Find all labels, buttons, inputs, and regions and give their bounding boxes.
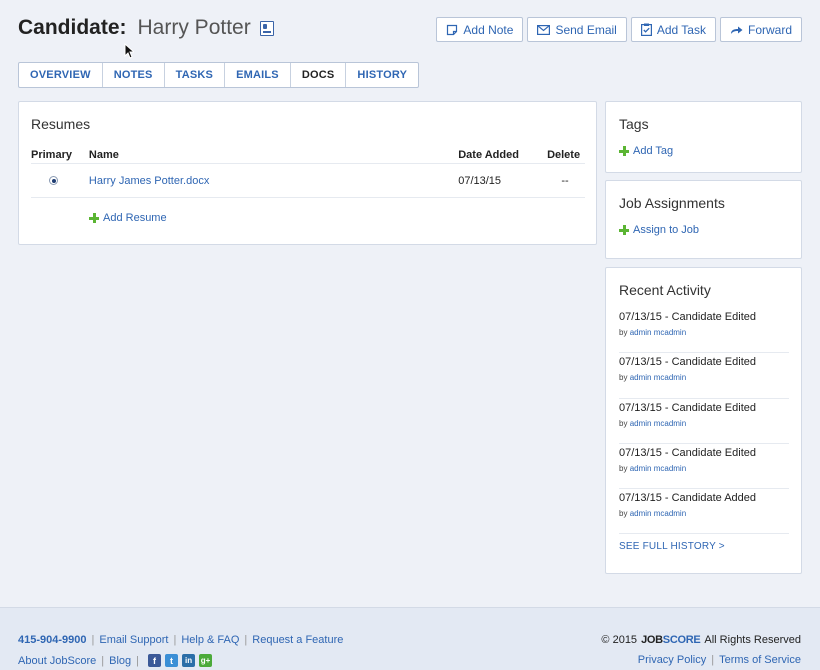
- resume-file-link[interactable]: Harry James Potter.docx: [89, 175, 209, 187]
- by-prefix: by: [619, 418, 628, 428]
- facebook-icon[interactable]: f: [148, 654, 162, 667]
- jobscore-logo: JOBSCORE: [641, 634, 701, 646]
- add-task-button[interactable]: Add Task: [630, 17, 716, 42]
- activity-text: 07/13/15 - Candidate Edited: [619, 311, 756, 323]
- primary-radio[interactable]: [49, 176, 58, 185]
- activity-user-link[interactable]: admin mcadmin: [630, 464, 686, 473]
- recent-activity-panel: Recent Activity 07/13/15 - Candidate Edi…: [605, 267, 802, 574]
- send-email-label: Send Email: [555, 22, 617, 37]
- forward-button[interactable]: Forward: [719, 17, 802, 42]
- column-header-name: Name: [88, 149, 119, 161]
- list-item: 07/13/15 - Candidate Edited by admin mca…: [619, 399, 789, 444]
- twitter-icon[interactable]: t: [165, 654, 179, 667]
- tab-notes[interactable]: NOTES: [103, 63, 165, 87]
- activity-text: 07/13/15 - Candidate Edited: [619, 446, 756, 459]
- page-footer: 415-904-9900 | Email Support | Help & FA…: [0, 607, 820, 670]
- activity-text: 07/13/15 - Candidate Edited: [619, 401, 756, 414]
- copyright-row: © 2015 JOBSCORE All Rights Reserved: [601, 634, 801, 646]
- by-prefix: by: [619, 328, 628, 337]
- activity-user-link[interactable]: admin mcadmin: [630, 328, 686, 337]
- job-assignments-panel: Job Assignments Assign to Job: [605, 180, 802, 259]
- activity-user-link[interactable]: admin mcadmin: [630, 419, 686, 428]
- candidate-tabs: OVERVIEW NOTES TASKS EMAILS DOCS HISTORY: [18, 62, 420, 88]
- job-assignments-title: Job Assignments: [619, 195, 725, 211]
- assign-to-job-label: Assign to Job: [633, 224, 700, 236]
- by-prefix: by: [619, 463, 628, 473]
- candidate-name: Harry Potter: [137, 16, 251, 39]
- envelope-icon: [537, 24, 551, 35]
- table-header: Primary Name Date Added Delete: [31, 147, 585, 164]
- forward-label: Forward: [747, 22, 792, 37]
- list-item: 07/13/15 - Candidate Edited by admin mca…: [619, 444, 789, 490]
- vcard-icon[interactable]: [259, 20, 274, 36]
- add-note-button[interactable]: Add Note: [436, 17, 524, 42]
- column-header-delete: Delete: [547, 149, 581, 161]
- page-title-label: Candidate:: [18, 16, 127, 39]
- help-faq-link[interactable]: Help & FAQ: [181, 634, 239, 646]
- activity-user-link[interactable]: admin mcadmin: [630, 509, 686, 518]
- footer-links-row-2: About JobScore | Blog | f t in g+: [18, 654, 213, 667]
- rights-text: All Rights Reserved: [704, 634, 801, 646]
- recent-activity-title: Recent Activity: [619, 282, 711, 298]
- column-header-date: Date Added: [458, 149, 519, 161]
- copyright-text: © 2015: [601, 634, 638, 646]
- by-prefix: by: [619, 509, 628, 519]
- add-resume-link[interactable]: Add Resume: [89, 212, 167, 224]
- table-row: Harry James Potter.docx 07/13/15 --: [31, 164, 585, 198]
- tags-title: Tags: [619, 116, 649, 132]
- tab-tasks[interactable]: TASKS: [165, 63, 226, 87]
- activity-text: 07/13/15 - Candidate Edited: [619, 356, 756, 369]
- list-item: 07/13/15 - Candidate Edited by admin mca…: [619, 308, 789, 354]
- add-resume-label: Add Resume: [103, 212, 167, 224]
- social-links: f t in g+: [148, 654, 213, 667]
- google-plus-icon[interactable]: g+: [199, 654, 213, 667]
- about-link[interactable]: About JobScore: [18, 655, 96, 667]
- plus-icon: [619, 225, 629, 235]
- assign-to-job-link[interactable]: Assign to Job: [619, 224, 699, 236]
- send-email-button[interactable]: Send Email: [527, 17, 627, 42]
- activity-text: 07/13/15 - Candidate Added: [619, 492, 757, 505]
- plus-icon: [619, 146, 629, 156]
- resumes-title: Resumes: [31, 116, 91, 132]
- tab-emails[interactable]: EMAILS: [225, 63, 291, 87]
- list-item: 07/13/15 - Candidate Added by admin mcad…: [619, 489, 789, 535]
- add-tag-link[interactable]: Add Tag: [619, 145, 673, 157]
- add-note-label: Add Note: [463, 22, 514, 37]
- see-full-history-link[interactable]: SEE FULL HISTORY >: [619, 541, 725, 552]
- support-phone: 415-904-9900: [18, 634, 87, 646]
- resume-date: 07/13/15: [458, 174, 502, 187]
- legal-links: Privacy Policy | Terms of Service: [637, 654, 801, 666]
- email-support-link[interactable]: Email Support: [99, 634, 168, 646]
- resumes-table: Primary Name Date Added Delete Harry Jam…: [31, 147, 585, 238]
- plus-icon: [89, 213, 99, 223]
- tab-history[interactable]: HISTORY: [346, 63, 418, 87]
- tab-docs[interactable]: DOCS: [291, 63, 347, 87]
- page-title: Candidate: Harry Potter: [18, 16, 274, 40]
- add-task-label: Add Task: [656, 22, 706, 37]
- forward-arrow-icon: [730, 26, 743, 34]
- header-actions: Add Note Send Email Add Task Forward: [436, 17, 802, 42]
- tags-panel: Tags Add Tag: [605, 101, 802, 173]
- terms-of-service-link[interactable]: Terms of Service: [719, 654, 801, 666]
- privacy-policy-link[interactable]: Privacy Policy: [638, 654, 706, 666]
- list-item: 07/13/15 - Candidate Edited by admin mca…: [619, 353, 789, 399]
- tab-overview[interactable]: OVERVIEW: [19, 63, 103, 87]
- resumes-panel: Resumes Primary Name Date Added Delete H…: [18, 101, 597, 245]
- add-tag-label: Add Tag: [633, 145, 674, 157]
- request-feature-link[interactable]: Request a Feature: [252, 634, 343, 646]
- column-header-primary: Primary: [31, 149, 72, 161]
- note-icon: [447, 24, 458, 35]
- activity-user-link[interactable]: admin mcadmin: [630, 373, 686, 382]
- footer-links-row-1: 415-904-9900 | Email Support | Help & FA…: [18, 634, 344, 646]
- resume-delete: --: [561, 174, 569, 187]
- clipboard-check-icon: [640, 23, 652, 36]
- linkedin-icon[interactable]: in: [182, 654, 196, 667]
- activity-list: 07/13/15 - Candidate Edited by admin mca…: [619, 308, 789, 535]
- by-prefix: by: [619, 373, 628, 383]
- blog-link[interactable]: Blog: [109, 655, 131, 667]
